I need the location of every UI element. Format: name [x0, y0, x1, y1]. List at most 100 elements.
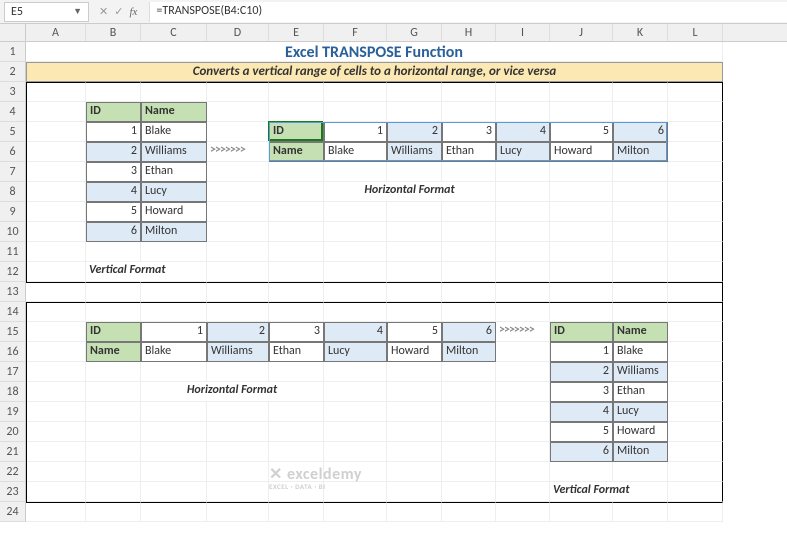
- row-header-4[interactable]: 4: [0, 102, 26, 122]
- row-header-18[interactable]: 18: [0, 382, 26, 402]
- cell[interactable]: [26, 102, 86, 122]
- row-header-16[interactable]: 16: [0, 342, 26, 362]
- cell[interactable]: [269, 202, 324, 222]
- grid[interactable]: Excel TRANSPOSE FunctionConverts a verti…: [26, 42, 723, 522]
- cell[interactable]: [324, 382, 387, 402]
- cell[interactable]: 4: [86, 182, 141, 202]
- cell[interactable]: 1: [550, 342, 613, 362]
- cell[interactable]: [496, 402, 550, 422]
- row-header-2[interactable]: 2: [0, 62, 26, 82]
- row-header-11[interactable]: 11: [0, 242, 26, 262]
- cell[interactable]: [86, 302, 141, 322]
- cell[interactable]: [207, 282, 269, 302]
- cell[interactable]: [387, 502, 442, 522]
- cell[interactable]: Blake: [141, 342, 207, 362]
- cell[interactable]: [668, 382, 723, 402]
- cell[interactable]: [324, 82, 387, 102]
- cell[interactable]: [496, 282, 550, 302]
- cell[interactable]: ID: [86, 322, 141, 342]
- col-header-G[interactable]: G: [387, 24, 442, 41]
- cell[interactable]: [269, 422, 324, 442]
- cell[interactable]: [26, 142, 86, 162]
- cell[interactable]: [324, 162, 387, 182]
- cell[interactable]: Name: [269, 142, 324, 162]
- cell[interactable]: [207, 362, 269, 382]
- cell[interactable]: [442, 502, 496, 522]
- cell[interactable]: [269, 222, 324, 242]
- row-header-14[interactable]: 14: [0, 302, 26, 322]
- cell[interactable]: [668, 482, 723, 502]
- cell[interactable]: [442, 82, 496, 102]
- cell[interactable]: [26, 462, 86, 482]
- col-header-L[interactable]: L: [668, 24, 723, 41]
- cell[interactable]: [613, 242, 668, 262]
- cell[interactable]: [496, 502, 550, 522]
- cell[interactable]: [550, 222, 613, 242]
- cell[interactable]: [613, 82, 668, 102]
- cell[interactable]: [550, 102, 613, 122]
- cell[interactable]: [207, 222, 269, 242]
- cell[interactable]: [324, 242, 387, 262]
- cell[interactable]: [496, 182, 550, 202]
- cell[interactable]: [442, 442, 496, 462]
- confirm-icon[interactable]: ✓: [114, 5, 123, 18]
- col-header-F[interactable]: F: [324, 24, 387, 41]
- cell[interactable]: [496, 362, 550, 382]
- cell[interactable]: [496, 442, 550, 462]
- cell[interactable]: [26, 342, 86, 362]
- cell[interactable]: ID: [86, 102, 141, 122]
- cell[interactable]: [26, 182, 86, 202]
- cell[interactable]: [387, 302, 442, 322]
- cell[interactable]: [387, 442, 442, 462]
- cell[interactable]: [387, 262, 442, 282]
- cell[interactable]: [613, 462, 668, 482]
- cell[interactable]: [269, 262, 324, 282]
- cell[interactable]: [613, 102, 668, 122]
- cell[interactable]: 2: [387, 122, 442, 142]
- fx-icon[interactable]: fx: [129, 6, 137, 18]
- cell[interactable]: ID: [269, 122, 324, 142]
- cell[interactable]: [26, 202, 86, 222]
- cell[interactable]: 4: [324, 322, 387, 342]
- cell[interactable]: [207, 302, 269, 322]
- cell[interactable]: [324, 362, 387, 382]
- cell[interactable]: 6: [613, 122, 668, 142]
- cell[interactable]: [324, 402, 387, 422]
- row-header-23[interactable]: 23: [0, 482, 26, 502]
- row-header-1[interactable]: 1: [0, 42, 26, 62]
- cell[interactable]: [141, 302, 207, 322]
- cell[interactable]: [324, 442, 387, 462]
- cell[interactable]: [668, 82, 723, 102]
- cell[interactable]: [269, 242, 324, 262]
- cell[interactable]: [496, 162, 550, 182]
- cell[interactable]: [387, 282, 442, 302]
- cell[interactable]: [442, 302, 496, 322]
- cell[interactable]: 2: [86, 142, 141, 162]
- cell[interactable]: Blake: [141, 122, 207, 142]
- cell[interactable]: [86, 462, 141, 482]
- cell[interactable]: 5: [387, 322, 442, 342]
- cell[interactable]: [668, 182, 723, 202]
- cell[interactable]: [550, 462, 613, 482]
- row-header-22[interactable]: 22: [0, 462, 26, 482]
- row-header-19[interactable]: 19: [0, 402, 26, 422]
- cell[interactable]: [550, 182, 613, 202]
- col-header-E[interactable]: E: [269, 24, 324, 41]
- cell[interactable]: [442, 362, 496, 382]
- cell[interactable]: [387, 362, 442, 382]
- row-header-24[interactable]: 24: [0, 502, 26, 522]
- cell[interactable]: [387, 222, 442, 242]
- cell[interactable]: [207, 442, 269, 462]
- cell[interactable]: [387, 102, 442, 122]
- cell[interactable]: Howard: [550, 142, 613, 162]
- cell[interactable]: [668, 162, 723, 182]
- cell[interactable]: [141, 242, 207, 262]
- cell[interactable]: [496, 462, 550, 482]
- cell[interactable]: [26, 302, 86, 322]
- cell[interactable]: [442, 262, 496, 282]
- cell[interactable]: [496, 342, 550, 362]
- row-header-21[interactable]: 21: [0, 442, 26, 462]
- cell[interactable]: [26, 502, 86, 522]
- cell[interactable]: Williams: [613, 362, 668, 382]
- cell[interactable]: [207, 162, 269, 182]
